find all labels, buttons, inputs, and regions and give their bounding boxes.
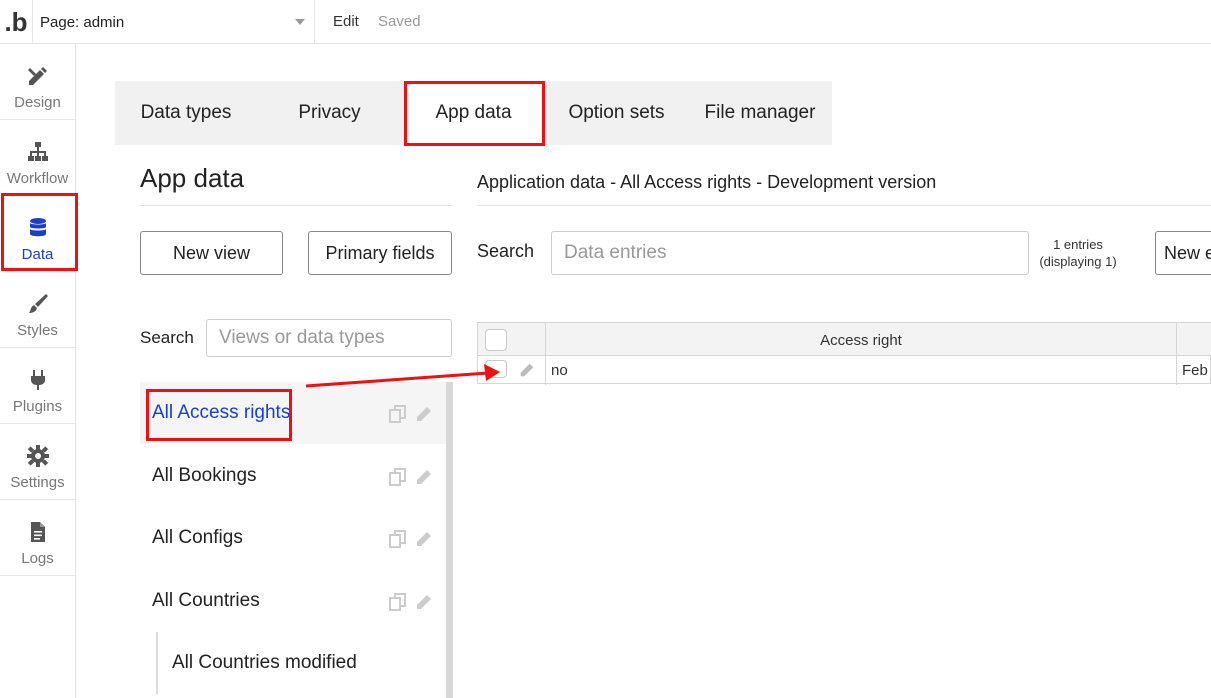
tab-option-sets[interactable]: Option sets — [545, 81, 688, 145]
sidebar-item-styles[interactable]: Styles — [0, 272, 75, 348]
gear-icon — [26, 444, 50, 468]
table-cell: Feb — [1182, 362, 1208, 379]
entries-count: 1 entries (displaying 1) — [1032, 236, 1124, 270]
list-item[interactable]: All Configs — [140, 507, 446, 569]
page-selector-label: Page: admin — [40, 13, 125, 31]
pencil-ruler-icon — [26, 64, 50, 88]
chevron-down-icon — [295, 19, 305, 25]
sidebar-item-label: Plugins — [12, 398, 63, 415]
sidebar-item-logs[interactable]: Logs — [0, 500, 75, 576]
sidebar-item-workflow[interactable]: Workflow — [0, 120, 75, 196]
entries-search-label: Search — [477, 241, 535, 261]
select-all-checkbox[interactable] — [485, 329, 507, 351]
entries-count-total: 1 entries — [1053, 237, 1103, 252]
tab-privacy[interactable]: Privacy — [257, 81, 402, 145]
copy-icon[interactable] — [388, 529, 408, 549]
view-label: All Countries — [152, 590, 260, 611]
tab-data-types[interactable]: Data types — [115, 81, 257, 145]
table-cell: no — [551, 362, 568, 379]
top-bar: .b Page: admin Edit Saved — [0, 0, 1211, 44]
sidebar-item-label: Styles — [17, 322, 58, 339]
entries-count-displaying: (displaying 1) — [1039, 254, 1117, 269]
column-header-access-right[interactable]: Access right — [546, 332, 1176, 349]
list-item[interactable]: All Countries — [140, 570, 446, 632]
views-search-label: Search — [140, 328, 194, 347]
view-label: All Bookings — [152, 465, 257, 486]
page-title: App data — [140, 163, 245, 193]
view-label: All Configs — [152, 527, 243, 548]
plug-icon — [26, 368, 50, 392]
divider — [140, 205, 452, 206]
sidebar-item-label: Design — [14, 94, 61, 111]
entries-search-input[interactable]: Data entries — [551, 231, 1029, 275]
data-table: Access right no Feb — [477, 322, 1211, 385]
copy-icon[interactable] — [388, 404, 408, 424]
page-selector[interactable]: Page: admin — [32, 0, 315, 44]
save-status: Saved — [378, 13, 421, 30]
row-checkbox[interactable] — [485, 360, 507, 378]
list-item[interactable]: All Bookings — [140, 445, 446, 507]
view-label: All Countries modified — [172, 652, 357, 673]
new-entry-button[interactable]: New e — [1155, 231, 1211, 275]
app-data-heading: Application data - All Access rights - D… — [477, 172, 937, 192]
document-icon — [26, 520, 50, 544]
view-list-scrollbar[interactable] — [446, 382, 453, 698]
tab-file-manager[interactable]: File manager — [688, 81, 832, 145]
sidebar: Design Workflow Data Styles Plugins Sett… — [0, 44, 76, 698]
brush-icon — [26, 292, 50, 316]
sidebar-item-settings[interactable]: Settings — [0, 424, 75, 500]
sitemap-icon — [26, 140, 50, 164]
all-access-rights-highlight — [146, 389, 292, 441]
pencil-icon[interactable] — [414, 529, 434, 549]
sidebar-item-label: Workflow — [6, 170, 69, 187]
sidebar-item-label: Logs — [21, 550, 54, 567]
sidebar-item-design[interactable]: Design — [0, 44, 75, 120]
sidebar-item-plugins[interactable]: Plugins — [0, 348, 75, 424]
data-tab-highlight — [1, 193, 78, 271]
app-data-tab-highlight — [404, 81, 545, 146]
new-view-button[interactable]: New view — [140, 231, 283, 275]
divider — [477, 205, 1211, 206]
pencil-icon[interactable] — [414, 404, 434, 424]
pencil-icon[interactable] — [414, 467, 434, 487]
copy-icon[interactable] — [388, 592, 408, 612]
pencil-icon[interactable] — [518, 361, 536, 379]
bubble-logo[interactable]: .b — [0, 0, 32, 44]
edit-menu[interactable]: Edit — [333, 13, 359, 30]
copy-icon[interactable] — [388, 467, 408, 487]
primary-fields-button[interactable]: Primary fields — [308, 231, 452, 275]
list-item[interactable]: All Countries modified — [156, 632, 446, 694]
pencil-icon[interactable] — [414, 592, 434, 612]
sidebar-item-label: Settings — [10, 474, 65, 491]
views-search-input[interactable]: Views or data types — [206, 319, 452, 357]
